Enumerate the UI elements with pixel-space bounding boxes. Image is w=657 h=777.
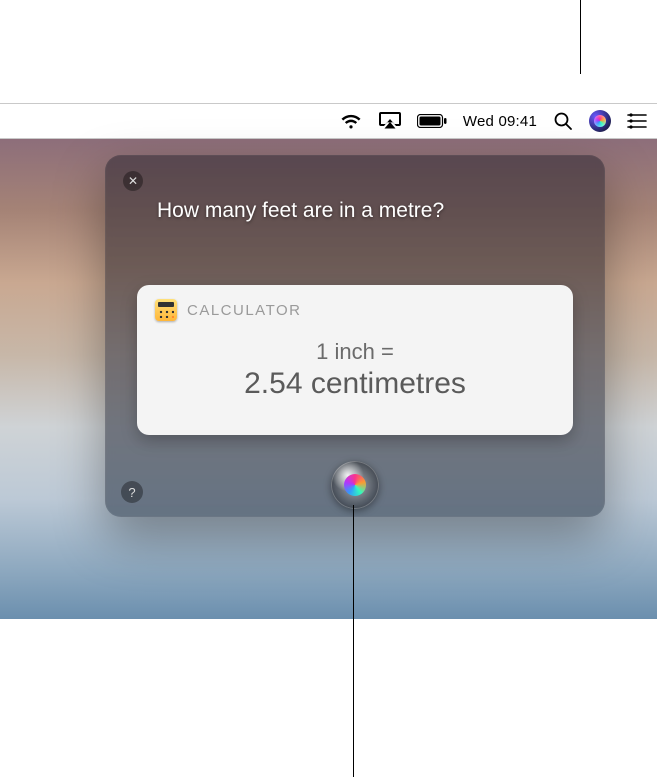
battery-icon[interactable] (417, 114, 447, 128)
help-icon: ? (128, 485, 135, 500)
close-icon: ✕ (128, 174, 138, 188)
siri-menubar-icon[interactable] (589, 110, 611, 132)
airplay-icon[interactable] (379, 112, 401, 130)
siri-help-button[interactable]: ? (121, 481, 143, 503)
callout-line-to-siri-menubar-icon (580, 0, 581, 74)
menubar-datetime[interactable]: Wed 09:41 (463, 113, 537, 130)
notification-center-icon[interactable] (627, 113, 647, 129)
siri-orb-button[interactable] (331, 461, 379, 509)
conversion-input-line: 1 inch = (155, 339, 555, 365)
close-button[interactable]: ✕ (123, 171, 143, 191)
conversion-output-line: 2.54 centimetres (155, 367, 555, 401)
result-card-title: CALCULATOR (187, 302, 301, 319)
siri-window: ✕ How many feet are in a metre? CALCULAT… (105, 155, 605, 517)
menubar: Wed 09:41 (0, 103, 657, 139)
spotlight-search-icon[interactable] (553, 111, 573, 131)
siri-user-prompt: How many feet are in a metre? (157, 199, 587, 223)
conversion-result: 1 inch = 2.54 centimetres (155, 339, 555, 401)
calculator-app-icon (155, 299, 177, 321)
callout-line-to-siri-orb (353, 505, 354, 777)
wifi-icon[interactable] (339, 112, 363, 130)
siri-result-card[interactable]: CALCULATOR 1 inch = 2.54 centimetres (137, 285, 573, 435)
